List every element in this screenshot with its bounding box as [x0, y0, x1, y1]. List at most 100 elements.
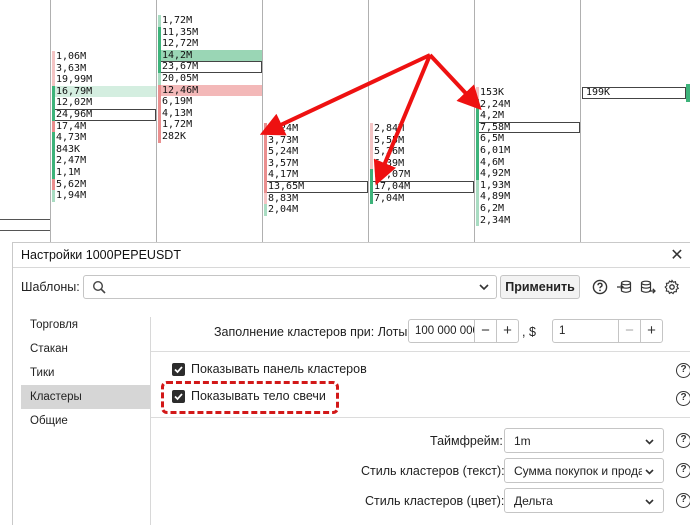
- cluster-cell: 1,72M: [158, 15, 262, 27]
- cluster-cell: 4,13M: [158, 107, 262, 120]
- cluster-cell: 4,92M: [476, 168, 580, 180]
- sidebar-item-general[interactable]: Общие: [21, 409, 151, 433]
- sidebar-item-clusters[interactable]: Кластеры: [21, 385, 151, 409]
- help-icon[interactable]: [592, 279, 608, 295]
- cluster-cell: 20,05M: [158, 72, 262, 85]
- cluster-cell: 19,99M: [52, 74, 156, 86]
- cluster-cell: 5,55M: [370, 134, 474, 147]
- grid-line: [368, 0, 369, 242]
- chevron-down-icon: [644, 466, 655, 477]
- section-divider: [151, 417, 690, 418]
- chevron-down-icon: [644, 496, 655, 507]
- show-candle-body-checkbox[interactable]: [172, 390, 185, 403]
- cluster-cell: 4,73M: [52, 132, 156, 144]
- lots-field[interactable]: 100 000 000 − +: [408, 319, 519, 343]
- lots-decrement-button[interactable]: −: [474, 320, 496, 342]
- cluster-cell: 5,24M: [264, 146, 368, 158]
- help-icon[interactable]: ?: [676, 433, 690, 448]
- style-color-value: Дельта: [514, 494, 553, 508]
- timeframe-label: Таймфрейм:: [430, 434, 503, 448]
- annotation-arrow: [259, 53, 431, 136]
- grid-line: [580, 0, 581, 242]
- cluster-cell: 23,67M: [158, 61, 262, 73]
- cluster-cell: 3,73M: [264, 134, 368, 147]
- cluster-cell: 6,5M: [476, 133, 580, 145]
- annotation-arrow: [428, 53, 482, 111]
- cluster-cell: 4,17M: [264, 169, 368, 181]
- sidebar-item-ticks[interactable]: Тики: [21, 361, 151, 385]
- templates-select[interactable]: [83, 275, 497, 299]
- cluster-cell: 12,02M: [52, 97, 156, 109]
- database-export-icon[interactable]: [640, 279, 656, 295]
- lots-increment-button[interactable]: +: [496, 320, 518, 342]
- cluster-cell: 1,94M: [52, 190, 156, 202]
- cluster-cell: 17,04M: [370, 180, 474, 193]
- dialog-titlebar: Настройки 1000PEPEUSDT: [13, 243, 690, 268]
- cluster-cell: 4,89M: [476, 191, 580, 203]
- cluster-cell: 3,63M: [52, 62, 156, 75]
- chevron-down-icon: [479, 284, 489, 291]
- help-icon[interactable]: ?: [676, 463, 690, 478]
- cluster-cell: 24,96M: [52, 108, 156, 121]
- cluster-cell: 153K: [476, 87, 580, 99]
- cluster-cell: 5,62M: [52, 178, 156, 191]
- cluster-cell: 1,72M: [158, 119, 262, 131]
- close-icon[interactable]: ✕: [668, 247, 686, 265]
- cluster-cell: 4,2M: [476, 110, 580, 122]
- grid-line: [156, 0, 157, 242]
- cluster-cell: 6,39M: [370, 157, 474, 170]
- sidebar-item-orderbook[interactable]: Стакан: [21, 337, 151, 361]
- cluster-cell: 3,57M: [264, 157, 368, 170]
- cluster-cell: 11,35M: [158, 26, 262, 39]
- style-color-select[interactable]: Дельта: [504, 488, 664, 513]
- usd-decrement-button[interactable]: −: [618, 320, 640, 342]
- cluster-cell: 16,79M: [52, 85, 156, 98]
- cluster-column[interactable]: 2,24M 3,73M 5,24M 3,57M 4,17M 13,65M 8,83M 2,04…: [264, 123, 368, 216]
- cluster-cell: 12,72M: [158, 38, 262, 50]
- cluster-cell: 7,58M: [476, 121, 580, 134]
- cluster-column[interactable]: 2,84M 5,55M 5,26M 6,39M 10,07M 17,04M 7,04M: [370, 123, 474, 204]
- cluster-cell: 2,34M: [476, 214, 580, 227]
- timeframe-select[interactable]: 1m: [504, 428, 664, 453]
- level-line: [0, 230, 50, 231]
- sidebar-item-trading[interactable]: Торговля: [21, 313, 151, 337]
- candle-edge: [686, 84, 690, 102]
- cluster-cell: 843K: [52, 143, 156, 156]
- settings-sidebar: Торговля Стакан Тики Кластеры Общие: [21, 313, 151, 433]
- cluster-cell: 10,07M: [370, 169, 474, 181]
- show-cluster-panel-checkbox[interactable]: [172, 363, 185, 376]
- help-icon[interactable]: ?: [676, 493, 690, 508]
- style-color-label: Стиль кластеров (цвет):: [365, 494, 505, 508]
- cluster-cell: 12,46M: [158, 84, 262, 97]
- cluster-cell: 1,1M: [52, 166, 156, 179]
- cluster-column[interactable]: 199K: [582, 87, 686, 99]
- cluster-chart[interactable]: 1,06M 3,63M 19,99M 16,79M 12,02M 24,96M 17,4M 4…: [0, 0, 690, 242]
- cluster-cell: 6,2M: [476, 202, 580, 215]
- usd-increment-button[interactable]: +: [640, 320, 662, 342]
- chevron-down-icon: [644, 436, 655, 447]
- templates-row: Шаблоны: Применить: [13, 273, 690, 301]
- section-divider: [151, 351, 690, 352]
- usd-field[interactable]: 1 − +: [552, 319, 663, 343]
- timeframe-value: 1m: [514, 434, 531, 448]
- gear-icon[interactable]: [664, 279, 680, 295]
- style-text-label: Стиль кластеров (текст):: [361, 464, 505, 478]
- cluster-cell: 8,83M: [264, 192, 368, 205]
- database-import-icon[interactable]: [616, 279, 632, 295]
- cluster-cell: 17,4M: [52, 120, 156, 133]
- help-icon[interactable]: ?: [676, 363, 690, 378]
- dialog-title: Настройки 1000PEPEUSDT: [21, 248, 181, 262]
- clusters-settings-panel: Заполнение кластеров при: Лоты 100 000 0…: [151, 305, 690, 525]
- usd-separator-label: , $: [522, 325, 536, 339]
- grid-line: [474, 0, 475, 242]
- cluster-column[interactable]: 1,06M 3,63M 19,99M 16,79M 12,02M 24,96M 17,4M 4…: [52, 51, 156, 202]
- usd-value: 1: [559, 325, 566, 337]
- cluster-column[interactable]: 1,72M 11,35M 12,72M 14,2M 23,67M 20,05M 12,46M…: [158, 15, 262, 143]
- show-candle-body-label: Показывать тело свечи: [191, 389, 326, 403]
- cluster-column[interactable]: 153K 2,24M 4,2M 7,58M 6,5M 6,01M 4,6M 4,92M 1,93…: [476, 87, 580, 226]
- help-icon[interactable]: ?: [676, 391, 690, 406]
- cluster-cell: 2,84M: [370, 123, 474, 135]
- style-text-select[interactable]: Сумма покупок и продаж: [504, 458, 664, 483]
- show-cluster-panel-label: Показывать панель кластеров: [191, 362, 367, 376]
- apply-button[interactable]: Применить: [500, 275, 580, 299]
